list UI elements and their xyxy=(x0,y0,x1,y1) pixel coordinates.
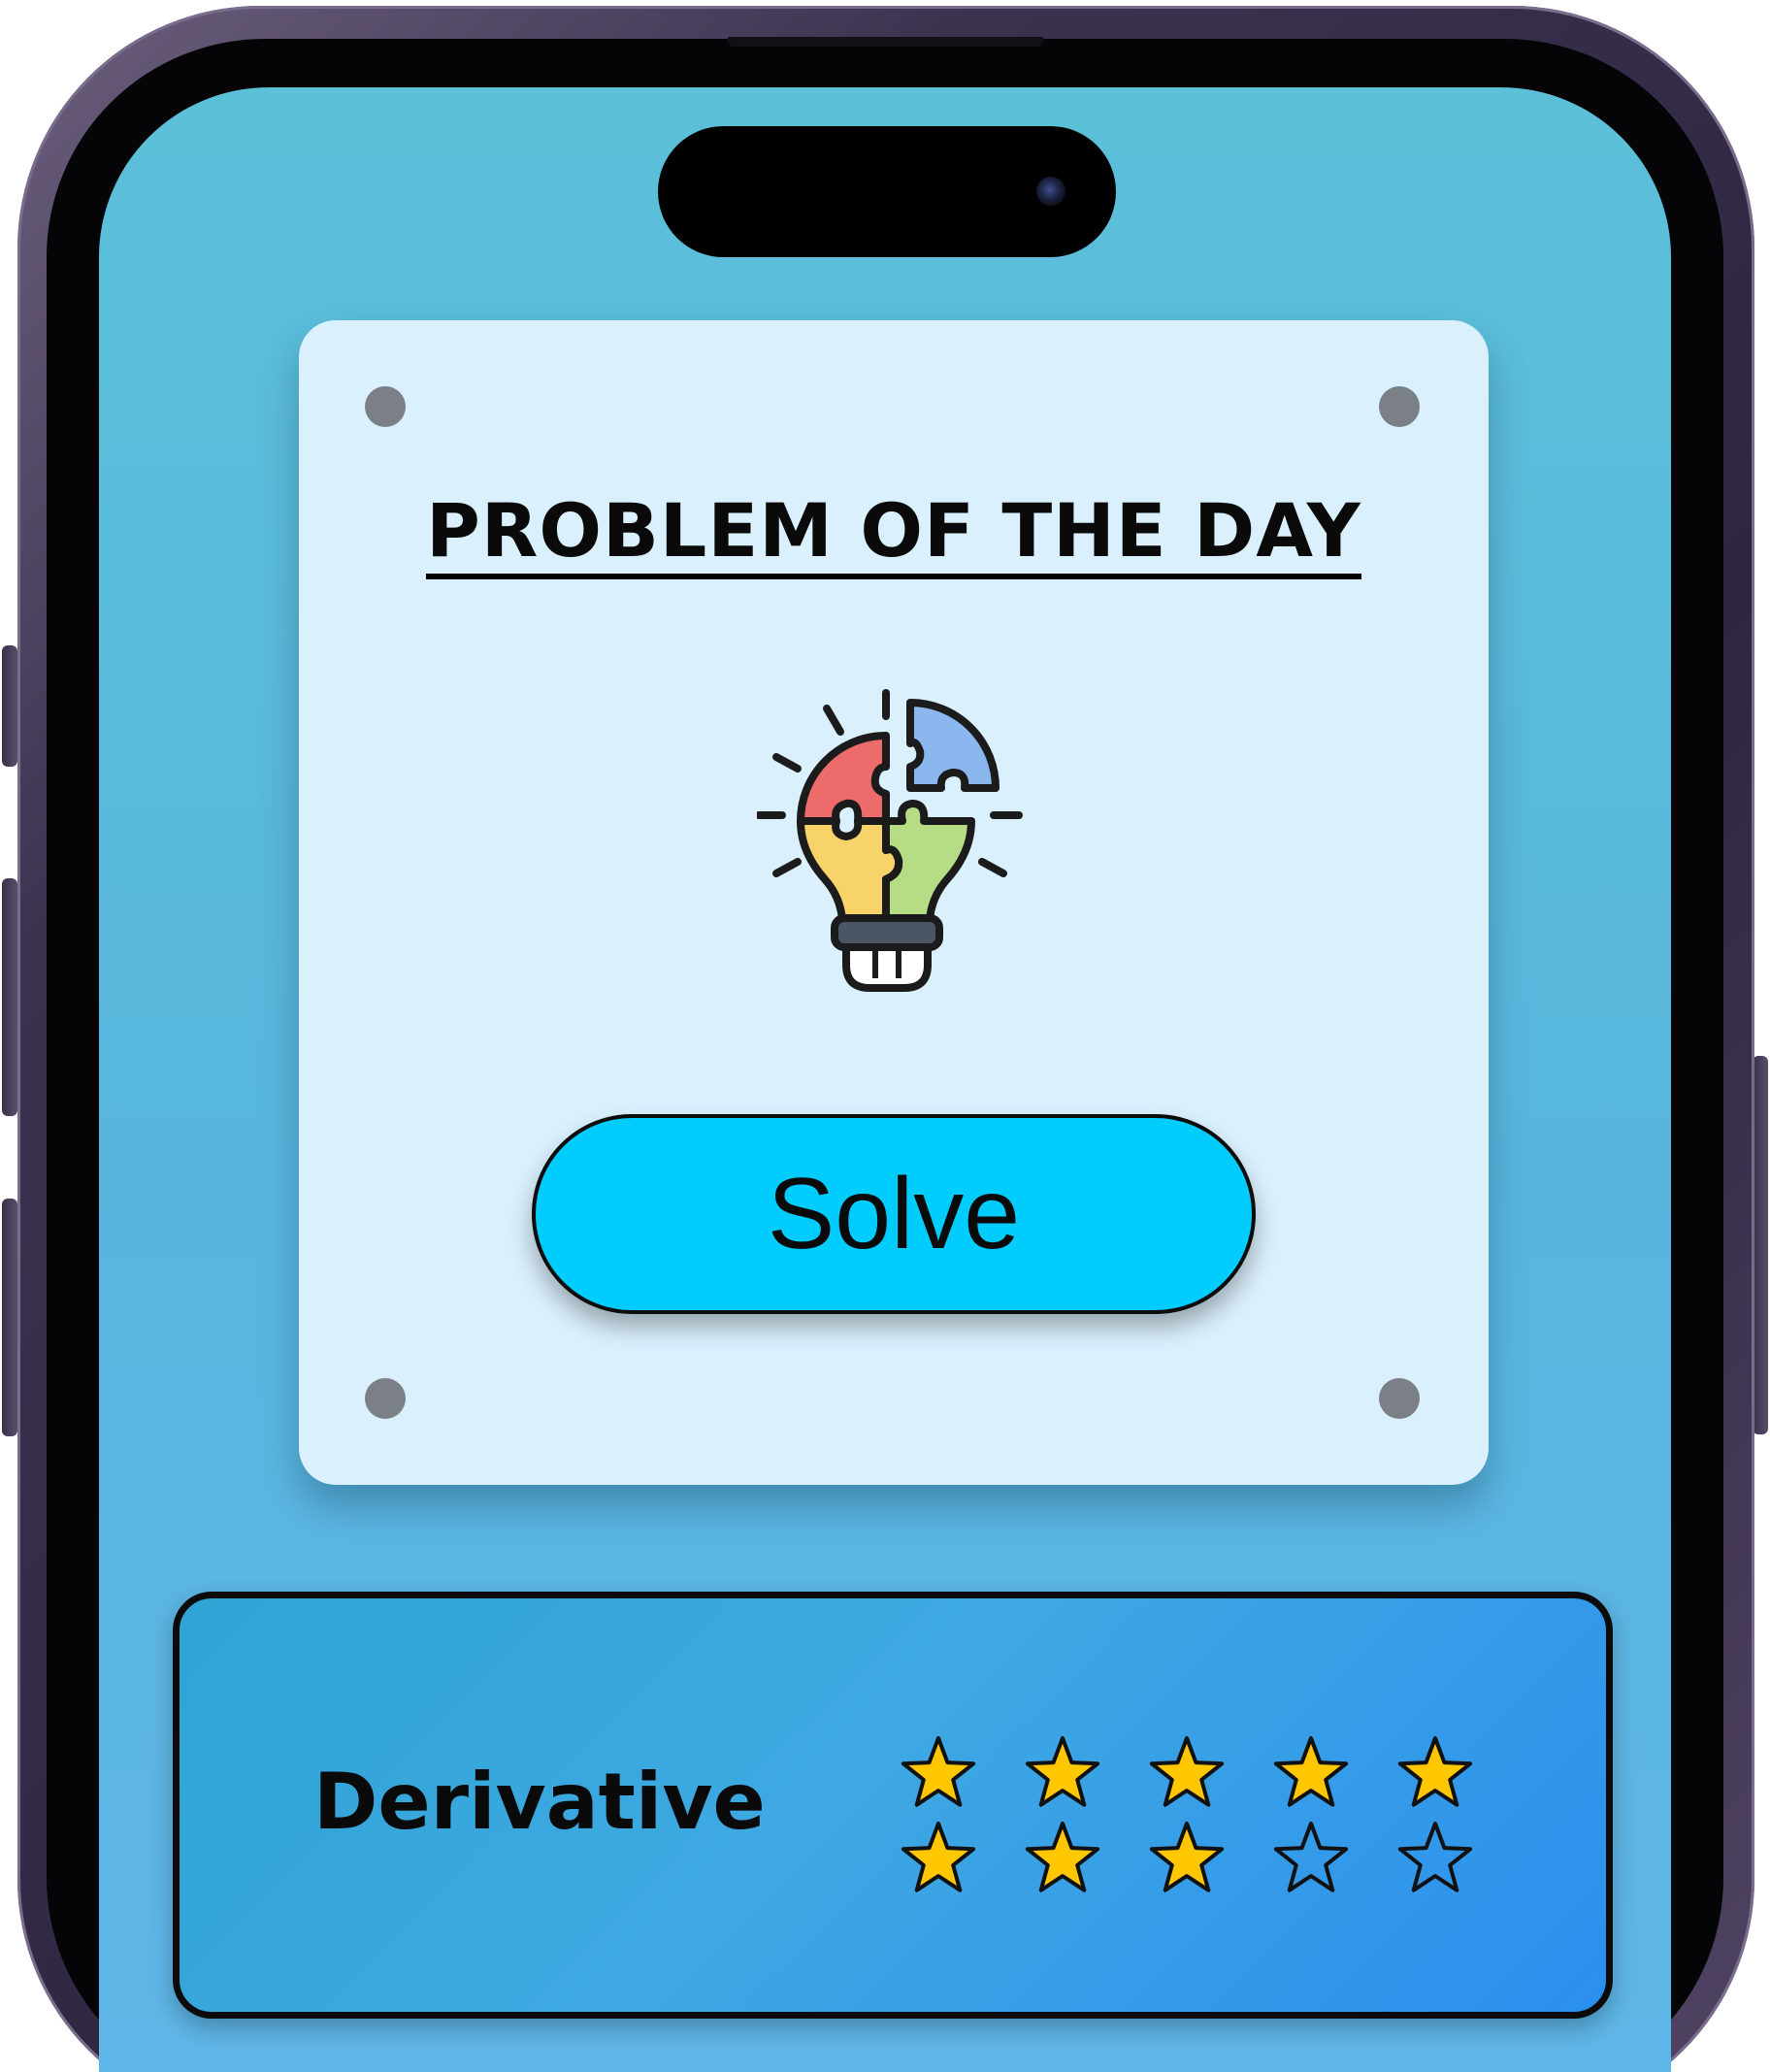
star-outline-icon xyxy=(1273,1822,1349,1892)
solve-button[interactable]: Solve xyxy=(532,1114,1256,1314)
phone-mockup: PROBLEM OF THE DAY Solve Derivative xyxy=(0,0,1770,2072)
star-filled-icon xyxy=(1025,1822,1100,1892)
star-filled-icon xyxy=(1025,1736,1100,1807)
volume-down-button xyxy=(2,1199,17,1436)
problem-of-the-day-card: PROBLEM OF THE DAY Solve xyxy=(299,320,1489,1485)
screw-bottom-left xyxy=(365,1378,406,1419)
action-button xyxy=(2,645,17,767)
screw-bottom-right xyxy=(1379,1378,1420,1419)
screen: PROBLEM OF THE DAY Solve Derivative xyxy=(99,87,1671,2072)
star-filled-icon xyxy=(1149,1822,1225,1892)
page-title: PROBLEM OF THE DAY xyxy=(299,487,1489,579)
volume-up-button xyxy=(2,878,17,1116)
star-outline-icon xyxy=(1397,1822,1473,1892)
screw-top-right xyxy=(1379,386,1420,427)
dynamic-island xyxy=(658,126,1116,257)
star-filled-icon xyxy=(1273,1736,1349,1807)
power-button xyxy=(1753,1056,1768,1434)
screw-top-left xyxy=(365,386,406,427)
front-camera-icon xyxy=(1036,177,1065,206)
page-title-text: PROBLEM OF THE DAY xyxy=(426,492,1361,579)
earpiece-grille xyxy=(728,37,1043,47)
puzzle-lightbulb-icon xyxy=(757,689,1023,992)
topic-label: Derivative xyxy=(313,1757,766,1847)
star-filled-icon xyxy=(901,1822,976,1892)
topic-card-derivative[interactable]: Derivative xyxy=(173,1592,1613,2019)
solve-button-label: Solve xyxy=(767,1158,1021,1270)
star-filled-icon xyxy=(1149,1736,1225,1807)
star-filled-icon xyxy=(1397,1736,1473,1807)
star-filled-icon xyxy=(901,1736,976,1807)
